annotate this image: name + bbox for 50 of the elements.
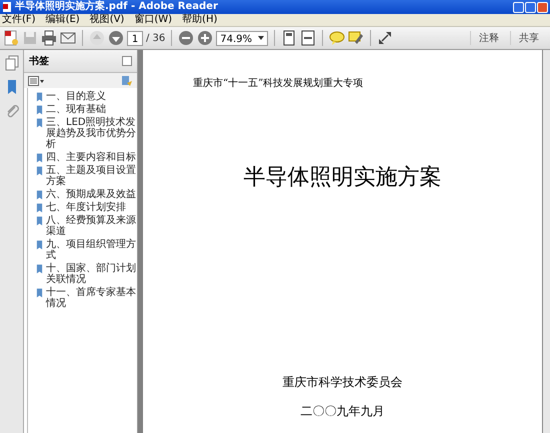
bookmark-item[interactable]: 三、LED照明技术发展趋势及我市优势分析 — [46, 117, 137, 150]
pdf-file-icon — [2, 2, 12, 12]
bookmark-item[interactable]: 八、经费预算及来源渠道 — [46, 215, 137, 237]
menu-item[interactable]: 文件(F) — [2, 14, 36, 26]
document-issuer: 重庆市科学技术委员会 — [282, 374, 402, 391]
window-title: 半导体照明实施方案.pdf - Adobe Reader — [15, 0, 218, 14]
pages-icon[interactable] — [4, 55, 20, 71]
bookmark-item[interactable]: 十、国家、部门计划关联情况 — [46, 263, 137, 285]
panel-title: 书签 — [29, 54, 49, 68]
menu-item[interactable]: 编辑(E) — [46, 14, 80, 26]
minimize-button[interactable] — [513, 2, 524, 12]
menu-item[interactable]: 帮助(H) — [182, 14, 218, 26]
page-count: / 36 — [146, 32, 166, 44]
options-menu-icon[interactable] — [28, 76, 44, 86]
zoom-in-icon[interactable] — [197, 30, 214, 46]
bookmark-icon — [36, 288, 43, 298]
fit-width-icon[interactable] — [300, 30, 316, 46]
create-pdf-icon[interactable] — [3, 30, 19, 46]
close-button[interactable] — [537, 2, 548, 12]
panel-collapse-button[interactable] — [122, 56, 132, 66]
menu-item[interactable]: 视图(V) — [90, 14, 124, 26]
bookmark-item[interactable]: 九、项目组织管理方式 — [46, 239, 137, 261]
bookmark-item[interactable]: 十一、首席专家基本情况 — [46, 287, 137, 309]
expand-icon[interactable] — [377, 30, 394, 46]
bookmark-item[interactable]: 二、现有基础 — [46, 104, 106, 115]
comment-icon[interactable] — [329, 30, 346, 46]
toolbar-tab[interactable]: 共享 — [510, 31, 547, 45]
document-date: 二〇〇九年九月 — [300, 403, 384, 420]
document-title: 半导体照明实施方案 — [244, 164, 442, 192]
fit-page-icon[interactable] — [281, 30, 298, 46]
bookmark-item[interactable]: 四、主要内容和目标 — [46, 152, 136, 163]
email-icon[interactable] — [60, 30, 76, 46]
bookmark-item[interactable]: 一、目的意义 — [46, 91, 106, 102]
print-icon[interactable] — [41, 30, 57, 46]
toolbar-tab[interactable]: 注释 — [470, 31, 507, 45]
menu-item[interactable]: 窗口(W) — [134, 14, 172, 26]
bookmark-item[interactable]: 五、主题及项目设置方案 — [46, 165, 137, 187]
bookmark-icon — [36, 264, 43, 274]
bookmark-item[interactable]: 七、年度计划安排 — [46, 202, 126, 213]
zoom-out-icon[interactable] — [178, 30, 194, 46]
bookmark-options-icon[interactable] — [121, 74, 133, 86]
document-header: 重庆市“十一五”科技发展规划重大专项 — [193, 76, 364, 90]
page-number-field[interactable]: 1 — [127, 30, 143, 46]
next-page-icon[interactable] — [108, 30, 124, 46]
highlight-icon[interactable] — [348, 30, 364, 46]
bookmark-icon — [36, 240, 43, 250]
zoom-dropdown[interactable]: 74.9% — [216, 30, 268, 46]
dropdown-arrow-icon — [258, 36, 264, 40]
bookmark-item[interactable]: 六、预期成果及效益 — [46, 189, 136, 200]
maximize-button[interactable] — [525, 2, 536, 12]
